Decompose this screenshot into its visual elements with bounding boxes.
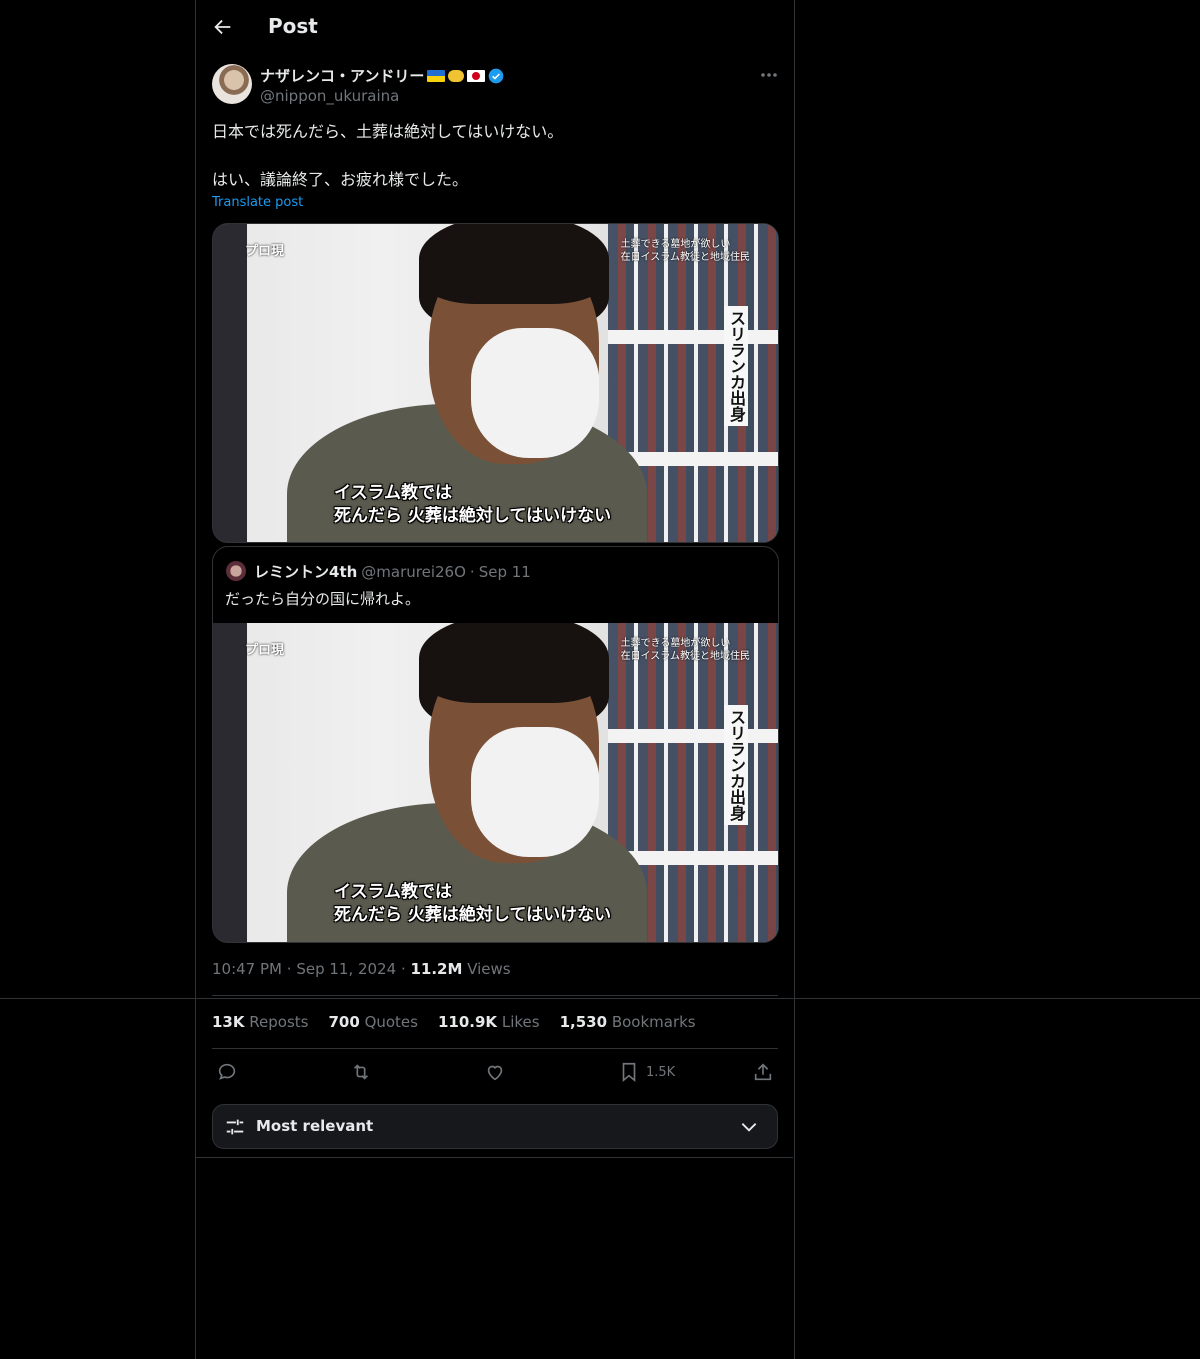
sliders-icon bbox=[226, 1119, 244, 1135]
chevron-down-icon bbox=[741, 1123, 757, 1132]
quote-avatar bbox=[226, 561, 246, 581]
quote-author-handle: @marurei26O bbox=[361, 563, 466, 581]
reposts-stat[interactable]: 13K Reposts bbox=[212, 1013, 308, 1031]
share-button[interactable] bbox=[752, 1060, 774, 1084]
handshake-icon bbox=[448, 69, 465, 82]
quote-date: Sep 11 bbox=[478, 563, 531, 581]
avatar[interactable] bbox=[212, 64, 252, 104]
reply-button[interactable] bbox=[216, 1060, 238, 1084]
post-date[interactable]: Sep 11, 2024 bbox=[296, 960, 396, 978]
quote-author-name: レミントン4th bbox=[254, 563, 358, 581]
post-text: 日本では死んだら、土葬は絶対してはいけない。 はい、議論終了、お疲れ様でした。 bbox=[212, 122, 564, 189]
action-bar: 1.5K bbox=[212, 1060, 778, 1084]
share-icon bbox=[754, 1063, 772, 1081]
likes-stat[interactable]: 110.9K Likes bbox=[438, 1013, 540, 1031]
bookmark-button[interactable]: 1.5K bbox=[618, 1060, 675, 1084]
main-column: Post ナザレンコ・アンドリー @nippon_ukuraina 日本では死ん… bbox=[195, 0, 795, 1359]
views-label: Views bbox=[467, 960, 511, 978]
quotes-stat[interactable]: 700 Quotes bbox=[328, 1013, 418, 1031]
translate-link[interactable]: Translate post bbox=[212, 195, 303, 210]
author-name-row: ナザレンコ・アンドリー bbox=[260, 65, 504, 86]
verified-badge-icon bbox=[489, 68, 504, 83]
quote-text: だったら自分の国に帰れよ。 bbox=[225, 590, 421, 608]
video-main-caption: イスラム教では 死んだら 火葬は絶対してはいけない bbox=[334, 483, 612, 526]
separator bbox=[212, 995, 778, 996]
sort-dropdown[interactable]: Most relevant bbox=[212, 1104, 778, 1149]
quoted-post[interactable]: レミントン4th @marurei26O · Sep 11 だったら自分の国に帰… bbox=[212, 546, 779, 943]
repost-button[interactable] bbox=[350, 1060, 372, 1084]
page-title: Post bbox=[268, 14, 318, 38]
video-corner-text: プロ現 bbox=[245, 244, 285, 259]
like-button[interactable] bbox=[484, 1060, 506, 1084]
ukraine-flag-icon bbox=[427, 69, 446, 82]
bookmarks-stat[interactable]: 1,530 Bookmarks bbox=[560, 1013, 696, 1031]
heart-icon bbox=[487, 1065, 503, 1081]
japan-flag-icon bbox=[467, 69, 486, 82]
sort-label: Most relevant bbox=[256, 1117, 374, 1135]
video-vertical-caption: スリランカ出身 bbox=[724, 705, 748, 825]
page-header: Post bbox=[196, 0, 794, 53]
bookmark-icon bbox=[622, 1062, 636, 1083]
repost-icon bbox=[353, 1064, 369, 1080]
video-corner-text: プロ現 bbox=[245, 643, 285, 658]
post-timestamp: 10:47 PM · Sep 11, 2024 · 11.2M Views bbox=[212, 960, 511, 978]
video-top-caption: 土葬できる墓地が欲しい 在日イスラム教徒と地域住民 bbox=[620, 239, 750, 263]
author-handle[interactable]: @nippon_ukuraina bbox=[260, 87, 399, 105]
quote-header: レミントン4th @marurei26O · Sep 11 bbox=[254, 563, 531, 581]
post-time[interactable]: 10:47 PM bbox=[212, 960, 282, 978]
reply-icon bbox=[218, 1063, 236, 1080]
post-image[interactable]: プロ現 土葬できる墓地が欲しい 在日イスラム教徒と地域住民 スリランカ出身 イス… bbox=[212, 223, 779, 543]
quote-image: プロ現 土葬できる墓地が欲しい 在日イスラム教徒と地域住民 スリランカ出身 イス… bbox=[213, 623, 778, 942]
separator bbox=[195, 1157, 793, 1158]
author-name[interactable]: ナザレンコ・アンドリー bbox=[260, 65, 424, 86]
ellipsis-icon[interactable] bbox=[758, 66, 780, 84]
arrow-left-icon[interactable] bbox=[212, 16, 234, 38]
separator bbox=[212, 1048, 778, 1049]
video-main-caption: イスラム教では 死んだら 火葬は絶対してはいけない bbox=[334, 882, 612, 925]
engagement-stats: 13K Reposts 700 Quotes 110.9K Likes 1,53… bbox=[212, 1013, 696, 1031]
video-top-caption: 土葬できる墓地が欲しい 在日イスラム教徒と地域住民 bbox=[620, 638, 750, 662]
views-count: 11.2M bbox=[410, 960, 463, 978]
video-vertical-caption: スリランカ出身 bbox=[724, 306, 748, 426]
bookmark-count: 1.5K bbox=[646, 1064, 676, 1080]
